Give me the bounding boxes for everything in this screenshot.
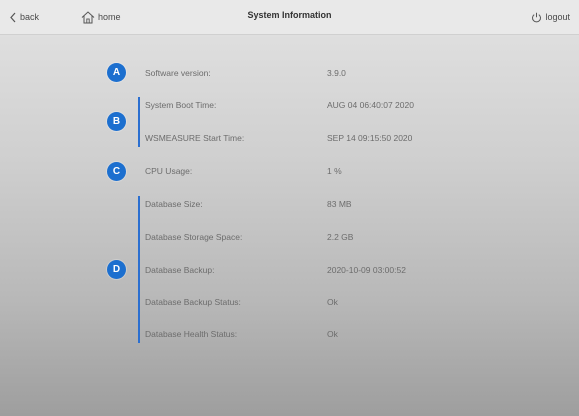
row-value: Ok	[327, 329, 338, 339]
row-label: Database Backup Status:	[145, 297, 241, 307]
row-value: 1 %	[327, 166, 342, 176]
row-label: System Boot Time:	[145, 100, 217, 110]
row-value: 83 MB	[327, 199, 352, 209]
row-value: Ok	[327, 297, 338, 307]
row-value: 2020-10-09 03:00:52	[327, 265, 406, 275]
row-label: Database Size:	[145, 199, 203, 209]
row-value: 2.2 GB	[327, 232, 354, 242]
info-list: Software version: 3.9.0 System Boot Time…	[0, 0, 579, 416]
row-label: CPU Usage:	[145, 166, 193, 176]
row-label: Database Storage Space:	[145, 232, 243, 242]
row-value: 3.9.0	[327, 68, 346, 78]
row-label: WSMEASURE Start Time:	[145, 133, 245, 143]
system-information-screen: back home System Information logout A B …	[0, 0, 579, 416]
row-label: Database Health Status:	[145, 329, 238, 339]
row-label: Software version:	[145, 68, 211, 78]
row-label: Database Backup:	[145, 265, 215, 275]
row-value: SEP 14 09:15:50 2020	[327, 133, 413, 143]
row-value: AUG 04 06:40:07 2020	[327, 100, 414, 110]
